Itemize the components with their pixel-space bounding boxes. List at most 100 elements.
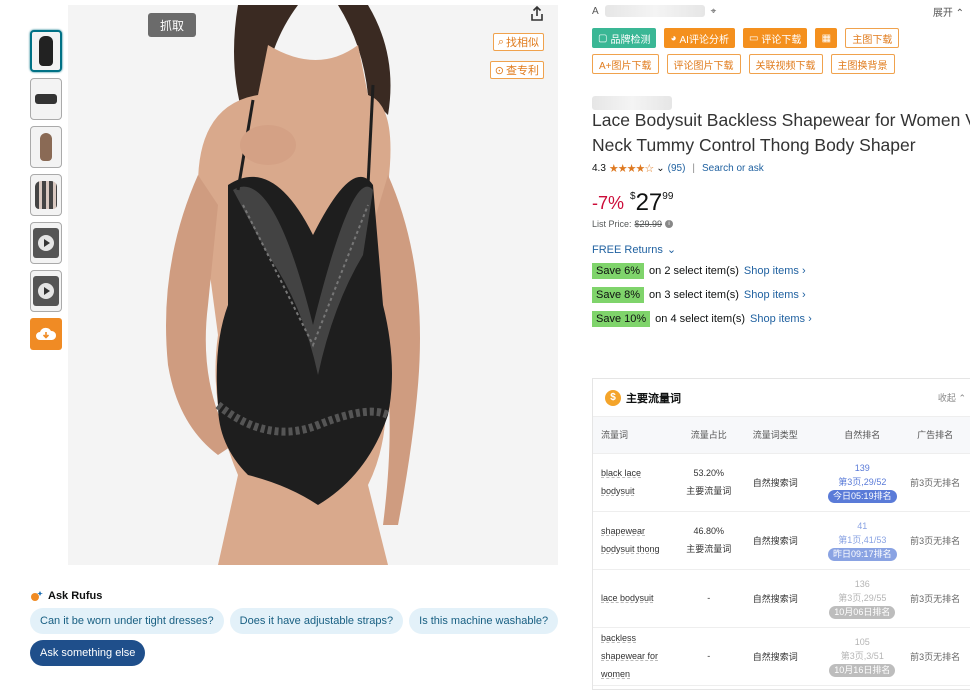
- cloud-download-button[interactable]: [30, 318, 62, 350]
- search-icon: ⌕: [497, 35, 504, 48]
- calculator-icon: ▦: [821, 32, 832, 44]
- share-type: 主要流量词: [686, 544, 732, 554]
- shop-items-link[interactable]: Shop items ›: [744, 289, 806, 301]
- rufus-chip[interactable]: Can it be worn under tight dresses?: [30, 608, 224, 634]
- rank-time-badge: 今日05:19排名: [828, 490, 897, 503]
- share-icon[interactable]: [528, 5, 546, 23]
- expand-button[interactable]: 展开 ⌃: [933, 4, 964, 19]
- keyword-link[interactable]: women: [601, 665, 673, 683]
- info-icon[interactable]: i: [665, 220, 674, 228]
- column-header: 广告排名: [900, 417, 970, 454]
- keyword-link[interactable]: shapewear: [601, 522, 673, 540]
- blurred-text: [604, 5, 705, 17]
- column-header: 流量占比: [672, 417, 745, 454]
- main-product-image[interactable]: 抓取 ⌕ 找相似 ⊙ 查专利: [68, 5, 558, 565]
- natural-rank-cell: 41 第1页,41/53 昨日09:17排名: [824, 511, 901, 570]
- thumbnail-1[interactable]: [30, 30, 62, 72]
- table-row: shapewear bodysuit thong 46.80% 主要流量词 自然搜索…: [593, 511, 970, 570]
- rufus-chips: Can it be worn under tight dresses? Does…: [30, 608, 570, 666]
- rufus-chip[interactable]: Does it have adjustable straps?: [229, 608, 404, 634]
- keyword-link[interactable]: bodysuit thong: [601, 540, 673, 558]
- keyword-table: 流量词 流量占比 流量词类型 自然排名 广告排名 black lace bodys…: [593, 417, 970, 686]
- share-cell: 46.80% 主要流量词: [672, 511, 745, 570]
- brand-check-button[interactable]: ▢ 品牌检测: [592, 28, 657, 48]
- rank-time-badge: 10月16日排名: [829, 664, 896, 677]
- keyword-link[interactable]: black lace: [601, 464, 673, 482]
- natural-rank-cell: 139 第3页,29/52 今日05:19排名: [824, 453, 901, 512]
- savings-text: on 3 select item(s): [649, 289, 739, 301]
- play-icon: [38, 283, 54, 299]
- location-icon: ⌖: [710, 5, 717, 17]
- product-info-panel: A ⌖ 展开 ⌃ ▢ 品牌检测 ◕ AI评论分析 ▭ 评论下载 ▦ 主图下载 A+图片…: [592, 0, 970, 690]
- savings-row: Save 10% on 4 select item(s) Shop items …: [592, 310, 970, 328]
- thumbnail-video-1[interactable]: [30, 222, 62, 264]
- thumbnail-4[interactable]: [30, 174, 62, 216]
- review-count-link[interactable]: (95): [668, 163, 686, 174]
- rufus-chip[interactable]: Is this machine washable?: [409, 608, 559, 634]
- main-image-download-button[interactable]: 主图下载: [845, 28, 900, 48]
- keyword-type-cell: 自然搜索词: [744, 569, 825, 628]
- thumbnail-image: [40, 133, 52, 161]
- chevron-down-icon: ⌄: [666, 244, 677, 256]
- thumbnail-2[interactable]: [30, 78, 62, 120]
- keyword-link[interactable]: bodysuit: [601, 482, 673, 500]
- thumbnail-3[interactable]: [30, 126, 62, 168]
- rank-value: 136: [854, 579, 870, 589]
- chevron-down-icon[interactable]: ⌄: [656, 163, 664, 174]
- keyword-link[interactable]: lace bodysuit: [601, 589, 673, 607]
- divider: |: [692, 163, 696, 174]
- ai-review-button[interactable]: ◕ AI评论分析: [664, 28, 735, 48]
- shop-items-link[interactable]: Shop items ›: [750, 313, 812, 325]
- thumbnail-image: [35, 94, 57, 104]
- rufus-title: Ask Rufus: [48, 590, 103, 602]
- main-image-background-button[interactable]: 主图换背景: [830, 54, 895, 74]
- ad-rank-cell: 前3页无排名: [900, 627, 970, 686]
- ad-rank-cell: 前3页无排名: [900, 511, 970, 570]
- ask-something-else-button[interactable]: Ask something else: [30, 640, 146, 666]
- keyword-link[interactable]: shapewear for: [601, 647, 673, 665]
- review-download-label: 评论下载: [761, 34, 802, 46]
- collapse-button[interactable]: 收起 ⌃: [938, 391, 966, 404]
- ai-review-label: AI评论分析: [679, 34, 729, 46]
- checkbox-icon: ▢: [598, 32, 608, 44]
- rank-page: 第3页,3/51: [840, 651, 884, 661]
- share-cell: -: [672, 627, 745, 686]
- share-type: 主要流量词: [686, 486, 732, 496]
- share-cell: -: [672, 569, 745, 628]
- thumbnail-image: [33, 276, 59, 306]
- aplus-download-button[interactable]: A+图片下载: [592, 54, 659, 74]
- ai-icon: ◕: [670, 32, 677, 44]
- search-or-ask-link[interactable]: Search or ask: [702, 163, 764, 174]
- shop-items-link[interactable]: Shop items ›: [744, 265, 806, 277]
- thumbnail-video-2[interactable]: [30, 270, 62, 312]
- expand-label: 展开: [932, 7, 953, 19]
- rank-page: 第3页,29/55: [838, 593, 887, 603]
- natural-rank-cell: 105 第3页,3/51 10月16日排名: [824, 627, 901, 686]
- find-similar-label: 找相似: [506, 37, 539, 49]
- save-badge: Save 10%: [592, 311, 651, 327]
- savings-text: on 2 select item(s): [649, 265, 739, 277]
- share-value: 46.80%: [693, 526, 725, 536]
- play-icon: [38, 235, 54, 251]
- review-download-button[interactable]: ▭ 评论下载: [742, 28, 808, 48]
- check-patent-button[interactable]: ⊙ 查专利: [489, 61, 544, 79]
- rank-value: 105: [854, 637, 870, 647]
- keyword-link[interactable]: backless: [601, 629, 673, 647]
- keyword-panel-title: $ 主要流量词: [605, 389, 681, 406]
- save-badge: Save 8%: [592, 287, 645, 303]
- rank-value: 41: [857, 521, 868, 531]
- savings-row: Save 8% on 3 select item(s) Shop items ›: [592, 286, 970, 304]
- table-row: backless shapewear for women - 自然搜索词 105 第3…: [593, 627, 970, 686]
- free-returns-link[interactable]: FREE Returns ⌄: [592, 243, 970, 257]
- natural-rank-cell: 136 第3页,29/55 10月06日排名: [824, 569, 901, 628]
- keyword-cell: backless shapewear for women: [593, 627, 673, 686]
- grab-button[interactable]: 抓取: [148, 13, 196, 37]
- star-rating-icon[interactable]: ★★★★☆: [609, 162, 654, 175]
- review-image-download-button[interactable]: 评论图片下载: [666, 54, 741, 74]
- find-similar-button[interactable]: ⌕ 找相似: [492, 33, 544, 51]
- related-video-download-button[interactable]: 关联视频下载: [748, 54, 823, 74]
- free-returns-label: FREE Returns: [592, 243, 663, 256]
- keyword-type-cell: 自然搜索词: [744, 511, 825, 570]
- rank-time-badge: 10月06日排名: [829, 606, 896, 619]
- calculator-button[interactable]: ▦: [815, 28, 838, 48]
